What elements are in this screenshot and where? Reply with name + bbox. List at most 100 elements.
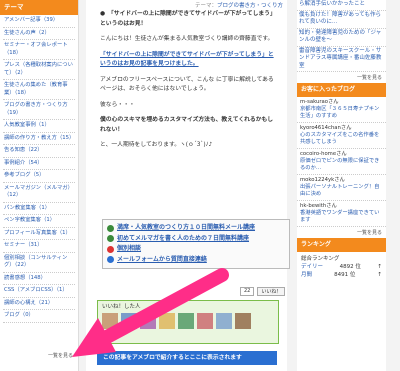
article-body: ● 「サイドバーの上に隙間ができてサイドバーが下がってしまう」というのはお見！ … [100,10,276,157]
list-item[interactable]: moko1224ykさん 出張パーソナルトレーニング！自由に決め [297,175,386,201]
list-item[interactable]: cocoiro-homeさん 原価ゼロでピンの無限に保証できるのか… [297,149,386,175]
ranking-box: 総合ランキング デイリー 4892 位 ↑ 月間 8491 位 ↑ [297,252,386,282]
blog-title[interactable]: 心のスカタマイズをこの名作番を共感してしまう [300,132,383,146]
theme-heading: テーマ [0,0,78,15]
blog-author: hk-bewithさん [300,203,337,209]
ranking-label[interactable]: 月間 [301,271,312,279]
article-theme: テーマ：ブログの書き方・つくり方 [195,1,283,9]
avatar[interactable] [102,313,118,329]
more-link[interactable]: 一覧を見る [297,72,386,83]
like-button[interactable]: いいね！ [257,287,286,296]
blog-author: kyoro4614chanさん [300,125,352,131]
avatar[interactable] [235,313,251,329]
theme-item[interactable]: 読書感想（148） [3,273,75,285]
article-paragraph-2: 彼なら・・・ [100,101,135,108]
article-greeting: こんにちは！生徒さんが集まる人気教室づくり講師の齊藤直です。 [100,36,274,42]
up-arrow-icon: ↑ [377,272,382,278]
theme-item[interactable]: CSS（アメブロCSS）（1） [3,285,75,298]
theme-item[interactable]: メールマガジン（メルマガ）（12） [3,183,75,203]
theme-item[interactable]: ブログの書き方・つくり方（19） [3,100,75,120]
blog-author: m-sakuraoさん [300,99,339,105]
theme-item[interactable]: 講師の心構え（21） [3,298,75,310]
promo-link-row: 初めてメルマガを書く人のための７日間無料講座 [107,234,285,245]
theme-label: テーマ： [194,3,217,9]
theme-list: アメンバー記事（39） 生徒さんの声（2） セミナー・オフ会レポート（18） プレス（… [0,15,78,323]
right-sidebar: ら解消手伝いかかったこと 僕も負けた！障害があっても作られて良いのに… 知的・発… [297,0,386,371]
avatar[interactable] [121,313,137,329]
promo-link-1[interactable]: 満席・人気教室のつくり方１０日間無料メール講座 [117,223,255,234]
theme-item[interactable]: 告る知恵（22） [3,145,75,158]
blog-title[interactable]: 京都市南区「３６５日寿ナプキン生活」のすすめ [300,106,383,120]
favorite-blog-list: m-sakuraoさん 京都市南区「３６５日寿ナプキン生活」のすすめ kyoro4… [297,97,386,227]
list-item[interactable]: hk-bewithさん 香港英語でワンダー講座できています [297,201,386,227]
blue-circle-icon [107,256,114,264]
article-main: テーマ：ブログの書き方・つくり方 ● 「サイドバーの上に隙間ができてサイドバーが… [86,0,290,371]
theme-link[interactable]: ブログの書き方・つくり方 [217,3,283,9]
like-count: 22 [240,287,255,296]
article-inline-link[interactable]: 「サイドバーの上に隙間ができてサイドバーが下がってしまう」というのはお見の記事を… [100,52,274,68]
blog-title[interactable]: 出張パーソナルトレーニング！自由に決め [300,184,383,198]
promo-link-row: 満席・人気教室のつくり方１０日間無料メール講座 [107,223,285,234]
theme-item[interactable]: ブログ（0） [3,310,75,323]
green-circle-icon [107,224,114,232]
promo-link-2[interactable]: 初めてメルマガを書く人のための７日間無料講座 [117,234,249,245]
favorite-blogs-heading: お客に入ったブログ [297,83,386,97]
promo-link-4[interactable]: メールフォームから質問直接連絡 [117,255,207,266]
theme-item[interactable]: セミナー・オフ会レポート（18） [3,40,75,60]
article-emphasis: 僕の心のスキマを埋めるカスタマイズ方法も、教えてくれるかもしれない！ [100,117,274,133]
list-item[interactable]: kyoro4614chanさん 心のスカタマイズをこの名作番を共感してしまう [297,123,386,149]
share-banner[interactable]: この記事をアメブロで紹介するとここに表示されます [97,351,277,365]
ranking-label[interactable]: デイリー [301,263,323,271]
avatar[interactable] [197,313,213,329]
avatar[interactable] [140,313,156,329]
theme-item[interactable]: 参考ブログ（5） [3,170,75,183]
avatar[interactable] [216,313,232,329]
theme-item[interactable]: プレス（各種取材案内について）（2） [3,60,75,80]
blog-author: cocoiro-homeさん [300,151,347,157]
article-paragraph: アメブロのフリースペースについて、こんな に丁寧に解説してあるページは、おそらく… [100,76,274,93]
theme-item[interactable]: プロフィール写真集客（1） [3,228,75,240]
blog-title[interactable]: 香港英語でワンダー講座できています [300,210,383,224]
theme-item[interactable]: 生徒さんの声（2） [3,28,75,40]
ranking-value: 8491 位 [334,272,356,278]
ranking-value: 4892 位 [339,264,361,270]
theme-item[interactable]: 個別相談（コンサルティング）（22） [3,253,75,273]
theme-item[interactable]: 事例紹介（54） [3,158,75,170]
ranking-row: デイリー 4892 位 ↑ [301,263,382,271]
like-area: 22 いいね！ [240,287,286,296]
promo-link-3[interactable]: 個別相談 [117,244,141,255]
liker-avatars [98,311,278,331]
promo-link-row: 個別相談 [107,244,285,255]
blog-author: moko1224ykさん [300,177,345,183]
article-closing: と、一人期待をしております。ヽ(ｏ´3`)ﾉ♪ [100,142,213,148]
up-arrow-icon: ↑ [377,264,382,270]
theme-item[interactable]: 人気教室事例（1） [3,120,75,133]
sidebar-link[interactable]: ら解消手伝いかかったこと [297,0,386,11]
top-link-list: ら解消手伝いかかったこと 僕も負けた！障害があっても作られて良いのに… 知的・発… [297,0,386,72]
theme-item[interactable]: セミナー（31） [3,240,75,253]
ranking-row: 月間 8491 位 ↑ [301,271,382,279]
theme-item[interactable]: 生徒さんの集めた（教育事業）（18） [3,80,75,100]
avatar[interactable] [178,313,194,329]
theme-more-link[interactable]: 一覧を見る [48,352,73,359]
list-item[interactable]: m-sakuraoさん 京都市南区「３６５日寿ナプキン生活」のすすめ [297,97,386,123]
promo-link-row: メールフォームから質問直接連絡 [107,255,285,266]
ranking-heading: ランキング [297,238,386,252]
avatar[interactable] [159,313,175,329]
likers-box: いいね！した人 [97,300,279,344]
likers-heading: いいね！した人 [102,304,141,310]
article-heading-line: ● 「サイドバーの上に隙間ができてサイドバーが下がってしまう」というのはお見！ [100,11,276,27]
green-circle-icon [107,235,114,243]
sidebar-link[interactable]: 知的・発達障害児のための「ジャンルの壁を〜 [297,29,386,47]
theme-item[interactable]: 講師の作り方・教え方（15） [3,133,75,145]
more-link-2[interactable]: 一覧を見る [297,227,386,238]
blog-title[interactable]: 原価ゼロでピンの無限に保証できるのか… [300,158,383,172]
promo-links-box: 満席・人気教室のつくり方１０日間無料メール講座 初めてメルマガを書く人のための７… [102,219,290,269]
ranking-title: 総合ランキング [301,256,340,262]
theme-item[interactable]: ペン字教室集客（1） [3,215,75,228]
sidebar-link[interactable]: 雷音障害児のスキースクール・サンドアラス専属講座・番山佐藤教室 [297,47,386,72]
sidebar-link[interactable]: 僕も負けた！障害があっても作られて良いのに… [297,11,386,29]
theme-item[interactable]: アメンバー記事（39） [3,15,75,28]
red-circle-icon [107,245,114,253]
theme-item[interactable]: パン教室集客（1） [3,203,75,215]
